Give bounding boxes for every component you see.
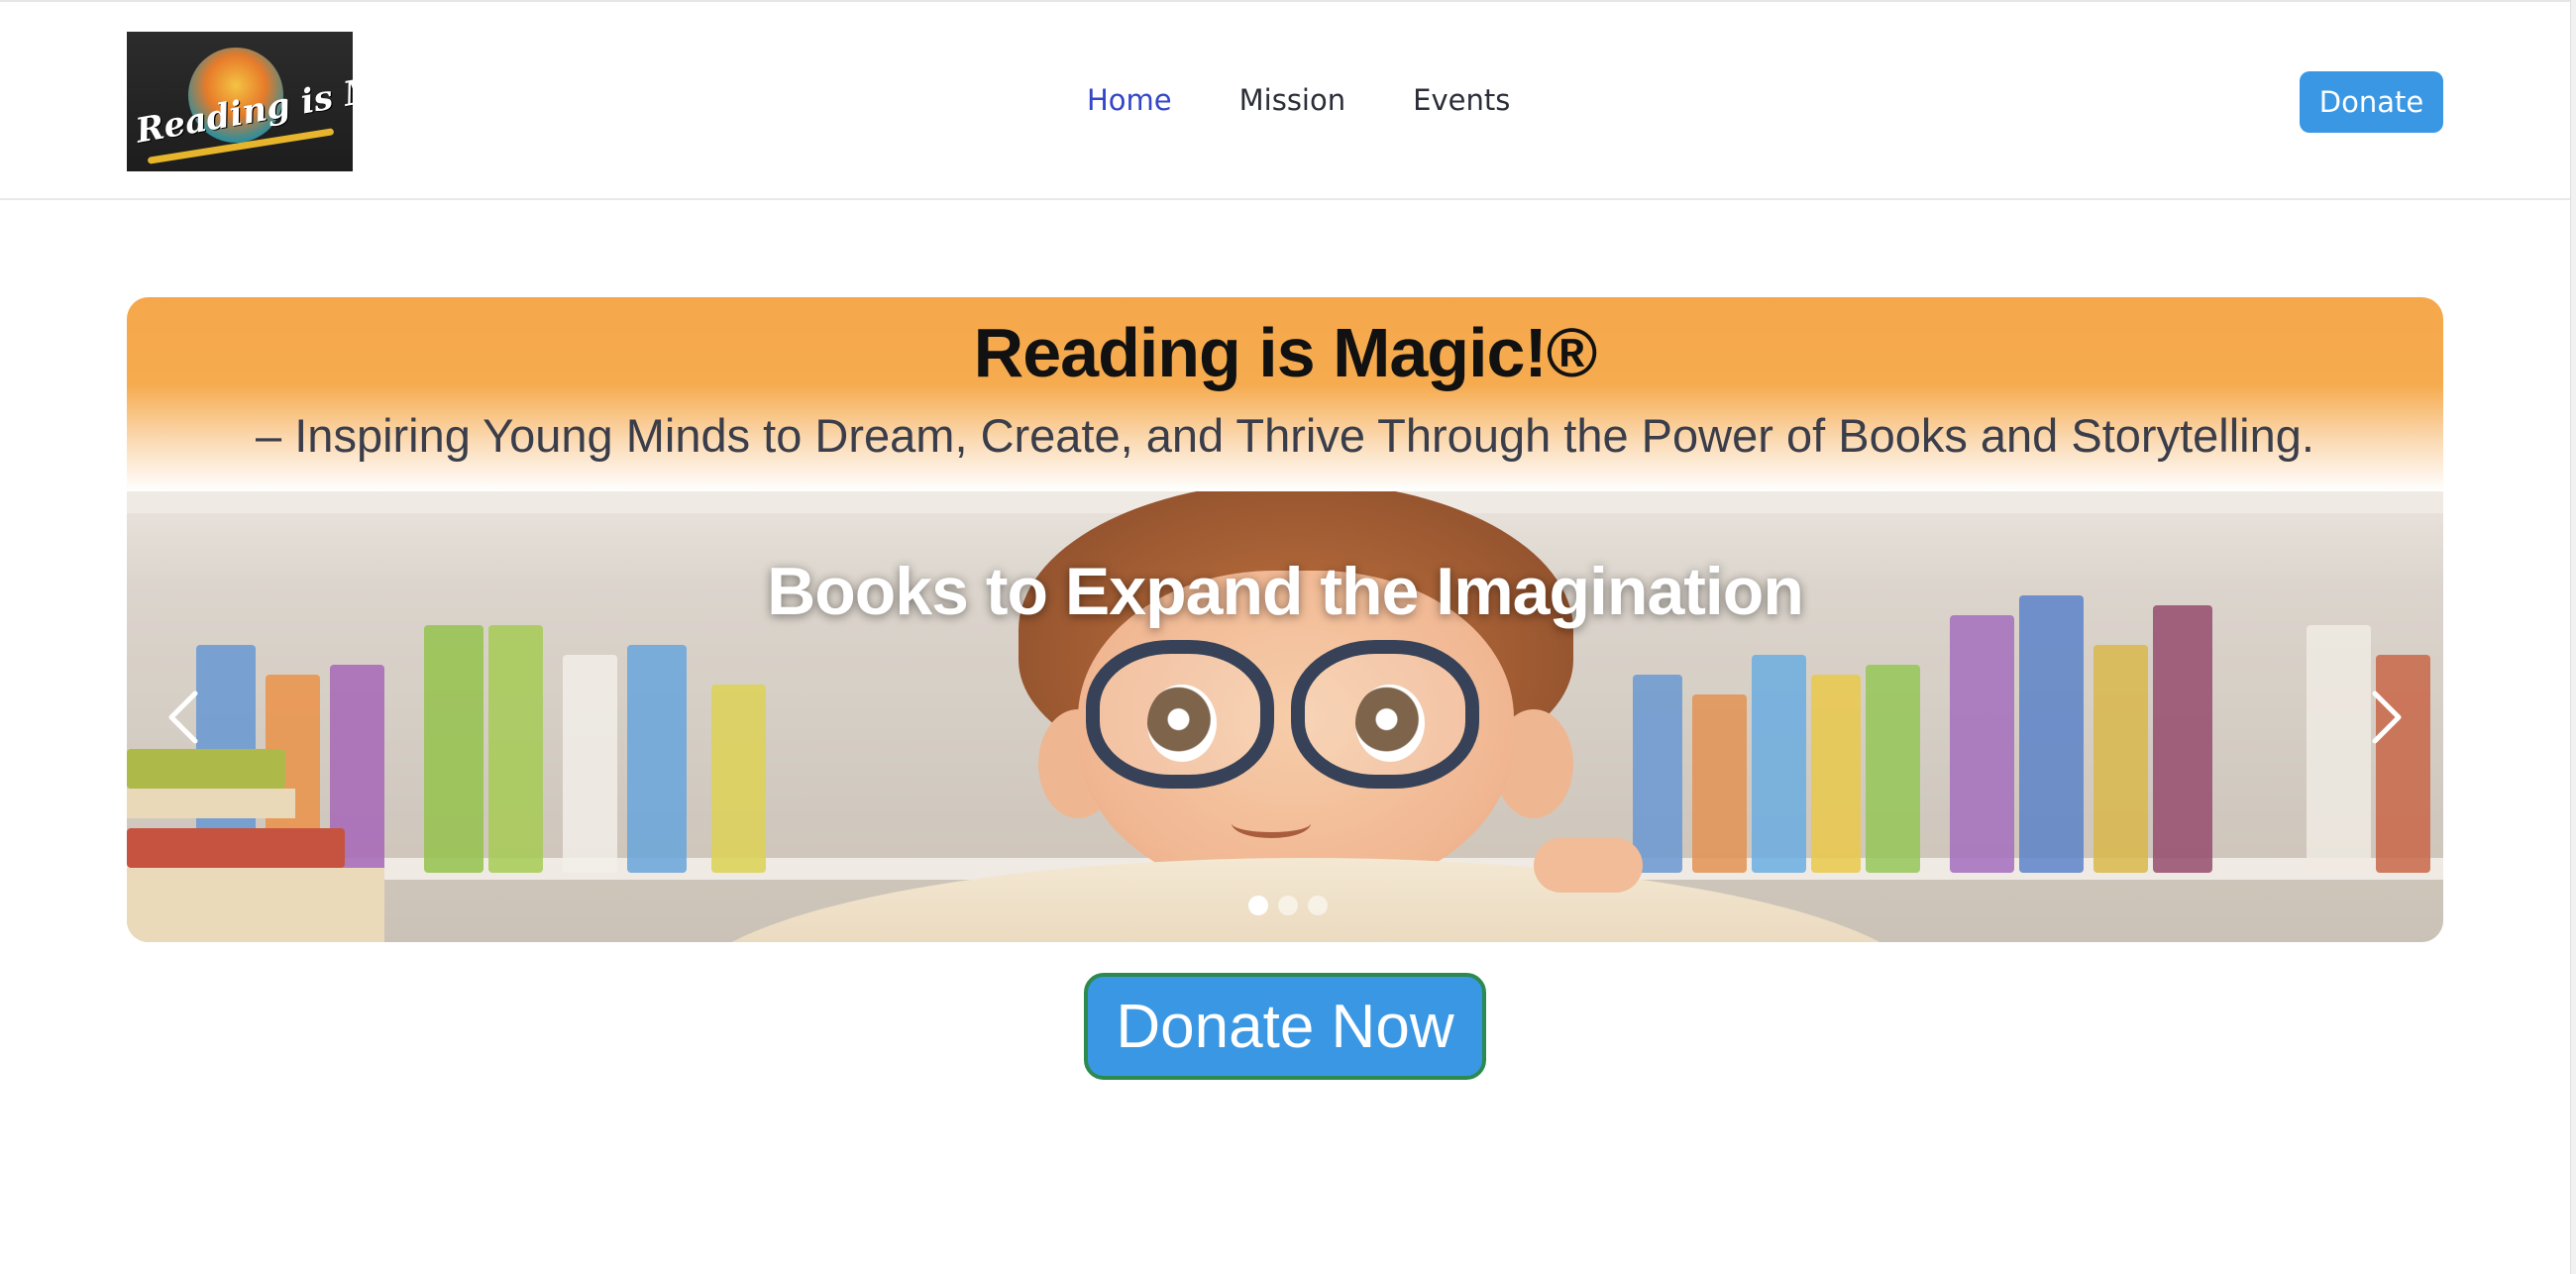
site-header: Reading is Magic! Home Mission Events Do… (0, 0, 2570, 200)
chevron-left-icon (168, 690, 198, 743)
donate-button[interactable]: Donate (2300, 71, 2443, 133)
page: Reading is Magic! Home Mission Events Do… (0, 0, 2576, 1274)
hero-title: Reading is Magic!® (973, 314, 1598, 391)
carousel-dot-2[interactable] (1278, 896, 1298, 915)
carousel-dot-3[interactable] (1308, 896, 1328, 915)
carousel-dot-1[interactable] (1248, 896, 1268, 915)
carousel-prev-button[interactable] (149, 491, 218, 942)
carousel-indicators (0, 896, 2576, 915)
chevron-right-icon (2372, 690, 2402, 743)
donate-now-button[interactable]: Donate Now (1084, 973, 1486, 1080)
nav-item-home[interactable]: Home (1087, 83, 1172, 117)
hero-subtitle: – Inspiring Young Minds to Dream, Create… (256, 409, 2314, 462)
nav-item-mission[interactable]: Mission (1239, 83, 1345, 117)
scrollbar[interactable] (2570, 0, 2576, 1274)
site-logo[interactable]: Reading is Magic! (127, 32, 353, 171)
main-nav: Home Mission Events (1087, 83, 1510, 117)
hero-carousel: Reading is Magic!® – Inspiring Young Min… (127, 297, 2443, 942)
carousel-next-button[interactable] (2352, 491, 2421, 942)
slide-caption: Books to Expand the Imagination (767, 554, 1804, 629)
nav-item-events[interactable]: Events (1413, 83, 1510, 117)
hero-banner: Reading is Magic!® – Inspiring Young Min… (127, 297, 2443, 491)
